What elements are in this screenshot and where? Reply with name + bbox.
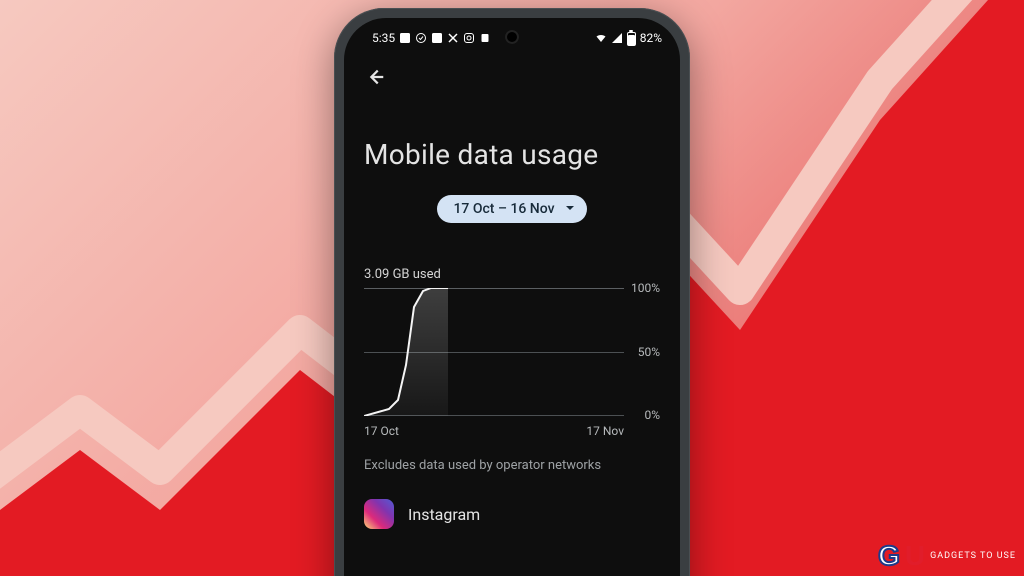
- app-name-label: Instagram: [408, 505, 480, 524]
- notification-icon: [479, 32, 491, 44]
- phone-frame: 5:35: [334, 8, 690, 576]
- signal-icon: [611, 32, 623, 44]
- instagram-app-icon: [364, 499, 394, 529]
- date-range-label: 17 Oct – 16 Nov: [453, 201, 554, 217]
- usage-chart-area: [364, 288, 624, 416]
- site-watermark: GU GADGETS TO USE: [878, 542, 1016, 570]
- check-circle-icon: [415, 32, 427, 44]
- y-label-0: 0%: [644, 408, 660, 422]
- battery-icon: [627, 30, 636, 46]
- chart-x-axis: 17 Oct 17 Nov: [364, 424, 624, 438]
- instagram-icon: [463, 32, 475, 44]
- status-bar: 5:35: [344, 28, 680, 48]
- chevron-down-icon: [565, 201, 575, 217]
- page-title: Mobile data usage: [364, 138, 660, 171]
- app-usage-row[interactable]: Instagram: [364, 499, 660, 529]
- linkedin-icon: [399, 32, 411, 44]
- wifi-icon: [595, 32, 607, 44]
- linkedin-icon-2: [431, 32, 443, 44]
- x-start-label: 17 Oct: [364, 424, 399, 438]
- usage-chart: 100% 50% 0%: [364, 288, 660, 416]
- y-label-100: 100%: [631, 281, 660, 295]
- x-icon: [447, 32, 459, 44]
- usage-total-label: 3.09 GB used: [364, 267, 660, 282]
- y-label-50: 50%: [638, 345, 660, 359]
- x-end-label: 17 Nov: [586, 424, 624, 438]
- watermark-text: GADGETS TO USE: [930, 551, 1016, 561]
- battery-percent: 82%: [640, 31, 662, 45]
- status-time: 5:35: [372, 31, 395, 45]
- back-button[interactable]: [364, 66, 388, 90]
- chart-footnote: Excludes data used by operator networks: [364, 458, 660, 473]
- date-range-chip[interactable]: 17 Oct – 16 Nov: [437, 195, 586, 223]
- composition: GU GADGETS TO USE 5:35: [0, 0, 1024, 576]
- phone-screen: 5:35: [344, 18, 680, 576]
